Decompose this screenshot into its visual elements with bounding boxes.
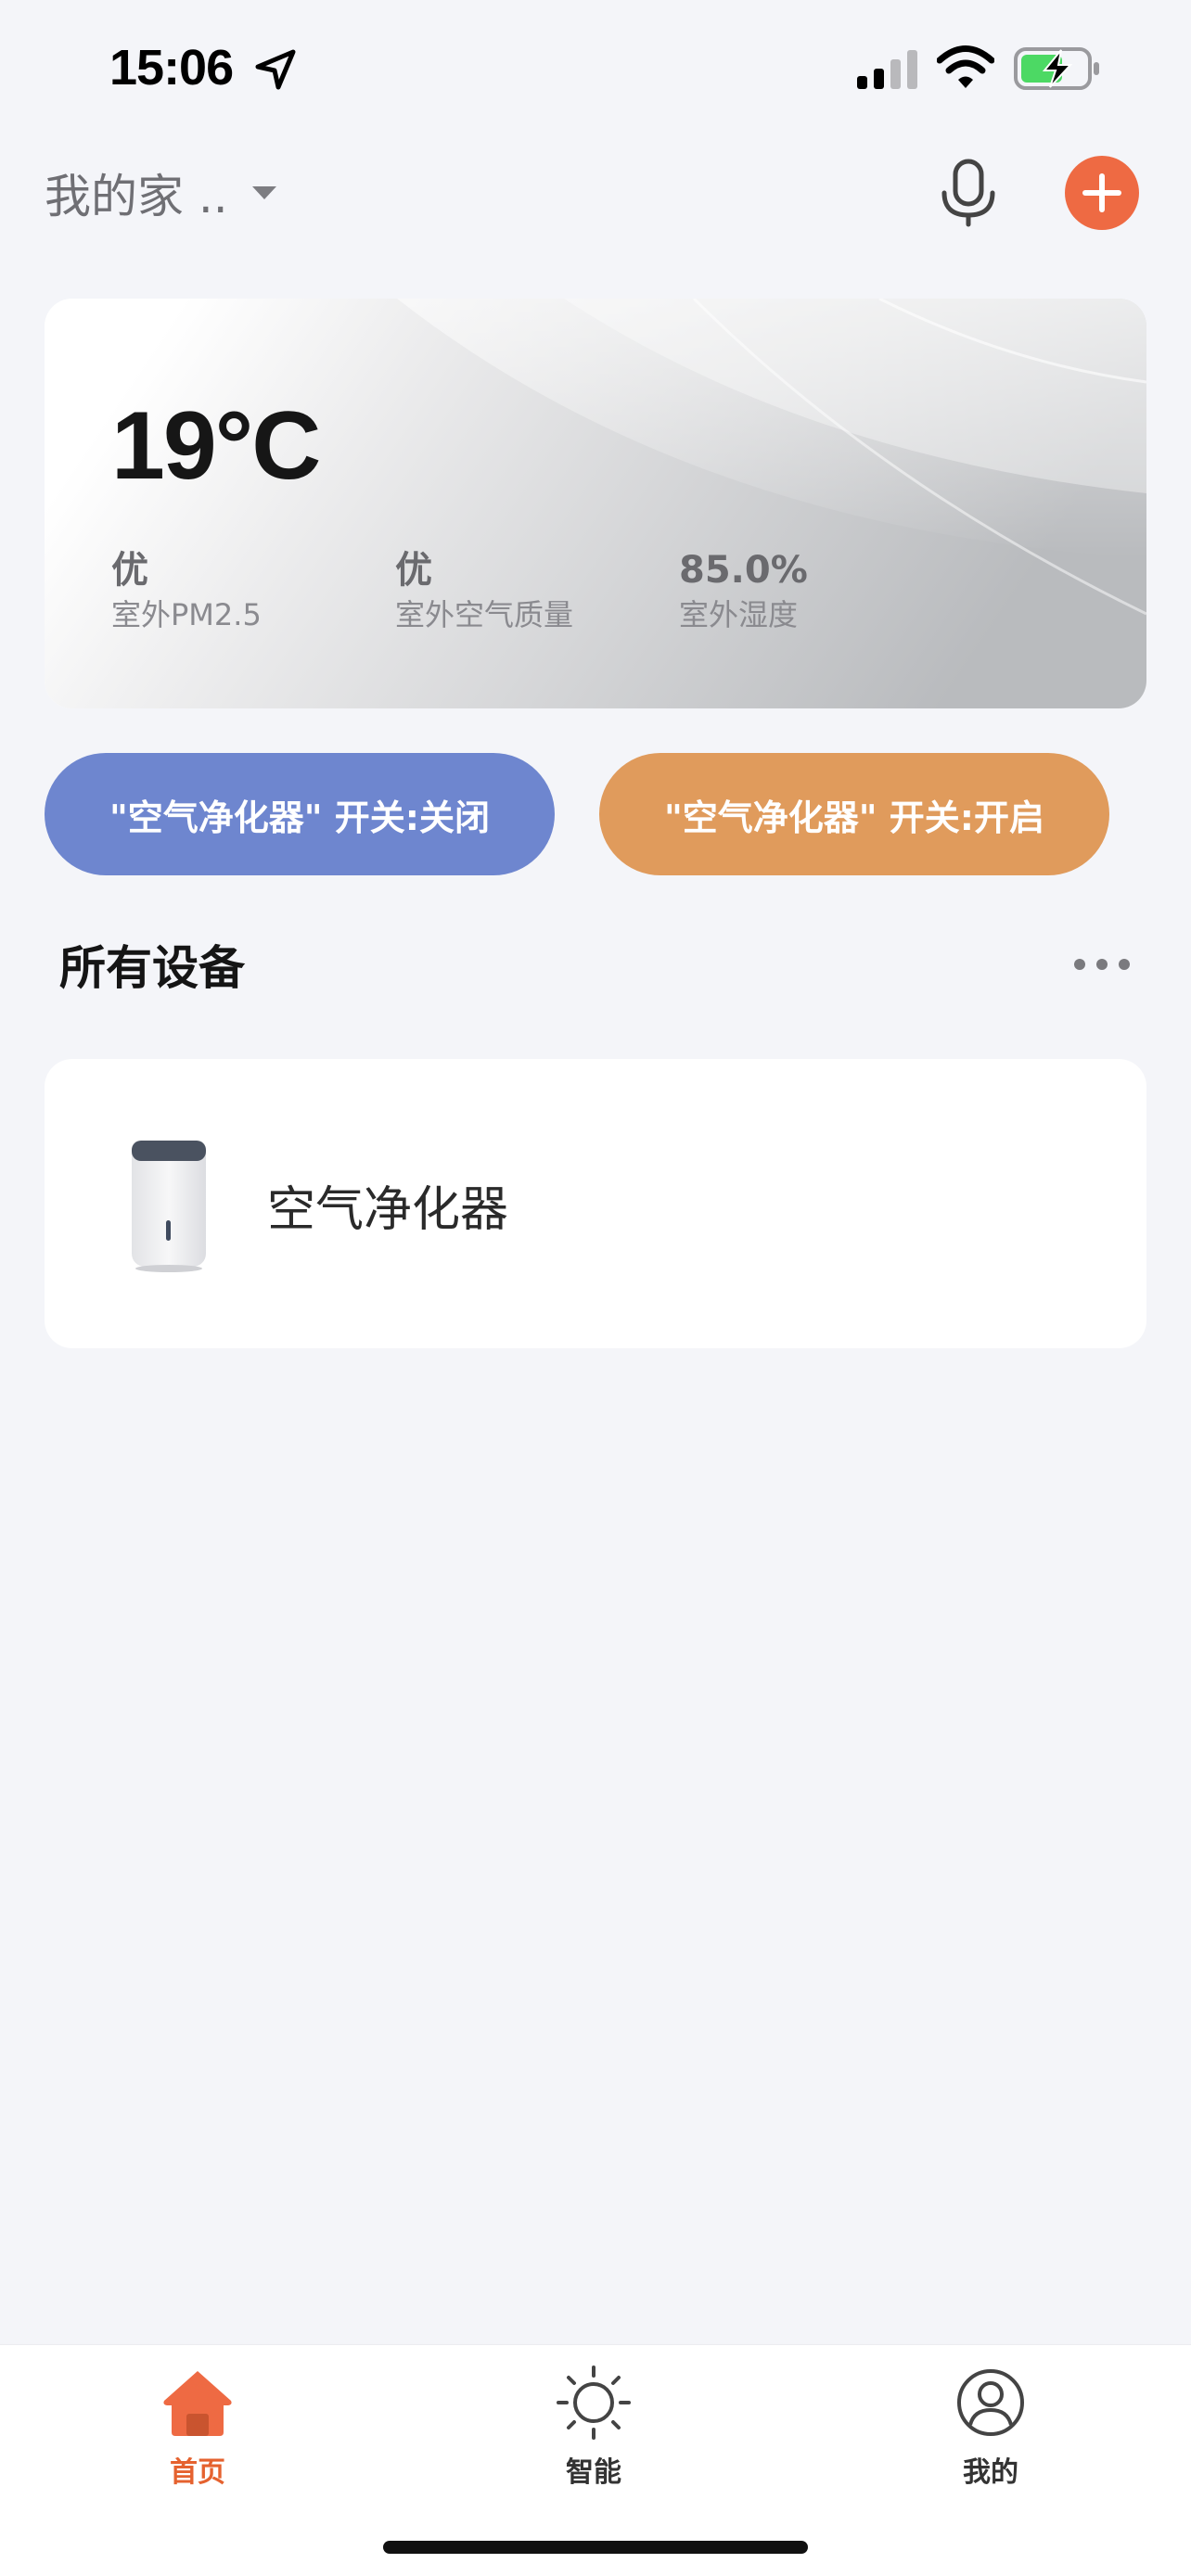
sun-icon — [557, 2366, 631, 2440]
section-title: 所有设备 — [59, 941, 245, 995]
status-time: 15:06 — [109, 40, 234, 96]
device-card[interactable]: 空气净化器 — [45, 1059, 1146, 1348]
metric-value: 优 — [111, 549, 148, 592]
tab-smart[interactable]: 智能 — [501, 2364, 686, 2490]
home-name: 我的家 .. — [45, 170, 228, 223]
metric-air-quality: 优 室外空气质量 — [395, 547, 573, 636]
tab-label: 首页 — [170, 2456, 225, 2489]
plus-icon — [1082, 173, 1121, 212]
more-dots-icon[interactable] — [1072, 953, 1132, 976]
metric-humidity: 85.0% 室外湿度 — [679, 547, 808, 636]
home-indicator[interactable] — [383, 2541, 808, 2554]
home-icon — [163, 2371, 232, 2436]
device-name: 空气净化器 — [267, 1182, 509, 1238]
caret-down-icon — [251, 186, 276, 199]
metric-pm25: 优 室外PM2.5 — [111, 547, 262, 636]
tab-label: 智能 — [566, 2456, 621, 2489]
app-screen: 15:06 我的家 .. 19°C 优 室外PM2.5 优 室外空气质量 85.… — [0, 0, 1191, 2576]
air-purifier-image — [132, 1141, 206, 1272]
metric-value: 85.0% — [679, 549, 808, 592]
tab-home[interactable]: 首页 — [105, 2364, 290, 2490]
add-button[interactable] — [1065, 156, 1139, 230]
microphone-icon[interactable] — [937, 158, 1000, 228]
tab-mine[interactable]: 我的 — [898, 2364, 1083, 2490]
scene-purifier-on-button[interactable]: "空气净化器" 开关:开启 — [599, 753, 1109, 875]
user-icon — [957, 2369, 1024, 2436]
home-selector[interactable]: 我的家 .. — [45, 159, 278, 226]
cellular-signal-icon — [857, 50, 917, 89]
metric-label: 室外湿度 — [679, 597, 799, 632]
tab-label: 我的 — [963, 2456, 1018, 2489]
scene-purifier-off-button[interactable]: "空气净化器" 开关:关闭 — [45, 753, 555, 875]
temperature: 19°C — [111, 392, 321, 500]
weather-background — [45, 299, 1146, 708]
metric-value: 优 — [395, 549, 432, 592]
weather-card[interactable]: 19°C 优 室外PM2.5 优 室外空气质量 85.0% 室外湿度 — [45, 299, 1146, 708]
metric-label: 室外空气质量 — [395, 597, 574, 632]
location-arrow-icon — [255, 49, 296, 90]
battery-charging-icon — [1014, 47, 1099, 90]
metric-label: 室外PM2.5 — [111, 597, 262, 632]
wifi-icon — [937, 45, 994, 88]
